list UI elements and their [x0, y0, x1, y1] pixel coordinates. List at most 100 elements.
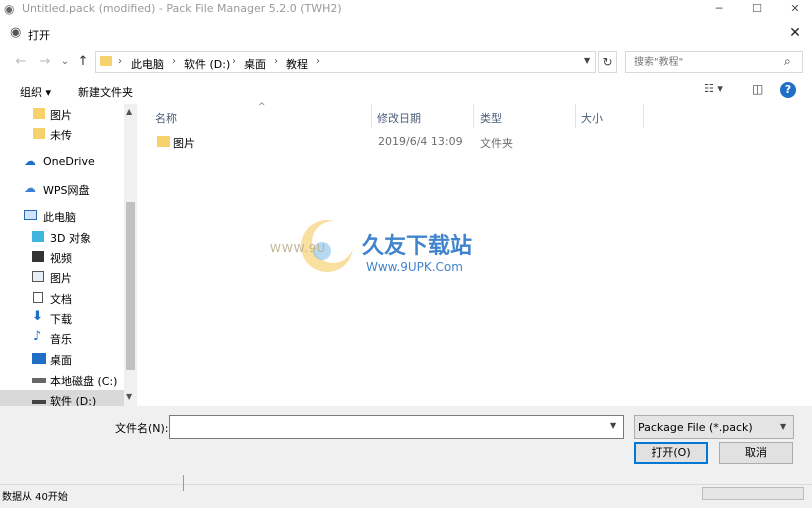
filename-label: 文件名(N): — [115, 422, 169, 435]
computer-icon — [24, 210, 37, 220]
address-dropdown-icon[interactable]: ▼ — [584, 56, 590, 65]
picture-icon — [32, 271, 44, 282]
sidebar-item-downloads[interactable]: ⬇ 下载 — [0, 308, 124, 328]
sidebar-item-documents[interactable]: 文档 — [0, 288, 124, 308]
column-divider[interactable] — [575, 104, 576, 128]
music-icon: ♪ — [33, 329, 42, 344]
preview-pane-button[interactable]: ◫ — [752, 82, 763, 96]
status-text: 数据从 40开始 — [2, 492, 68, 503]
dialog-footer: 文件名(N): ▼ Package File (*.pack) ▼ 打开(O) … — [0, 406, 812, 474]
refresh-button[interactable]: ↻ — [598, 51, 617, 73]
folder-icon — [157, 136, 170, 147]
sidebar-item-music[interactable]: ♪ 音乐 — [0, 328, 124, 348]
filename-combobox[interactable]: ▼ — [169, 415, 624, 439]
dialog-title: 打开 — [28, 29, 50, 42]
navigation-scrollbar[interactable]: ▲ ▼ — [124, 104, 137, 406]
scrollbar-thumb[interactable] — [126, 202, 135, 370]
sidebar-item-label: 本地磁盘 (C:) — [50, 375, 118, 388]
sidebar-item-label: OneDrive — [43, 155, 95, 168]
sidebar-item-untransferred[interactable]: 未传 — [0, 124, 124, 144]
recent-locations-button[interactable]: ⌄ — [56, 53, 74, 71]
scroll-down-icon[interactable]: ▼ — [126, 392, 132, 401]
column-divider[interactable] — [371, 104, 372, 128]
sidebar-item-videos[interactable]: 视频 — [0, 247, 124, 267]
sidebar-item-label: 图片 — [50, 272, 72, 285]
chevron-down-icon[interactable]: ▼ — [610, 421, 616, 430]
watermark: WWW.9U 久友下载站 Www.9UPK.Com — [212, 214, 502, 284]
organize-button[interactable]: 组织 ▾ — [20, 84, 51, 100]
search-box[interactable]: ⌕ — [625, 51, 803, 73]
progress-bar — [702, 487, 804, 500]
sidebar-item-label: 文档 — [50, 293, 72, 306]
sidebar-item-label: 此电脑 — [43, 211, 76, 224]
back-button[interactable]: ← — [12, 53, 30, 71]
breadcrumb-separator: › — [118, 56, 122, 67]
drive-icon — [32, 400, 46, 404]
video-icon — [32, 251, 44, 262]
sidebar-item-label: 未传 — [50, 129, 72, 142]
help-button[interactable]: ? — [780, 82, 796, 98]
column-divider[interactable] — [643, 104, 644, 128]
sidebar-item-drive-d[interactable]: 软件 (D:) — [0, 390, 124, 406]
cloud-icon: ☁ — [24, 181, 36, 195]
search-icon[interactable]: ⌕ — [784, 54, 791, 69]
chevron-down-icon[interactable]: ▼ — [780, 422, 786, 431]
breadcrumb-drive-d[interactable]: 软件 (D:) — [184, 56, 230, 72]
new-folder-button[interactable]: 新建文件夹 — [78, 84, 133, 100]
cube-icon — [32, 231, 44, 242]
dialog-close-button[interactable]: ✕ — [784, 22, 806, 44]
watermark-url-left: WWW.9U — [270, 242, 326, 255]
file-name[interactable]: 图片 — [173, 135, 195, 151]
desktop-icon — [32, 353, 46, 364]
minimize-button[interactable]: ─ — [706, 0, 732, 18]
drive-icon — [32, 378, 46, 383]
cancel-button[interactable]: 取消 — [719, 442, 793, 464]
breadcrumb-separator: › — [232, 56, 236, 67]
scroll-up-icon[interactable]: ▲ — [126, 107, 132, 116]
column-divider[interactable] — [473, 104, 474, 128]
open-button[interactable]: 打开(O) — [634, 442, 708, 464]
sidebar-item-this-pc[interactable]: 此电脑 — [0, 206, 124, 226]
navigation-pane: 图片 未传 ☁ OneDrive ☁ WPS网盘 此电脑 3D 对象 视频 图片… — [0, 104, 124, 406]
sidebar-item-label: WPS网盘 — [43, 184, 90, 197]
app-icon: ◉ — [4, 2, 15, 16]
close-app-button[interactable]: ✕ — [782, 0, 808, 18]
file-type: 文件夹 — [480, 137, 513, 150]
sidebar-item-pictures[interactable]: 图片 — [0, 267, 124, 287]
sidebar-item-onedrive[interactable]: ☁ OneDrive — [0, 152, 124, 172]
folder-icon — [33, 128, 45, 139]
sidebar-item-drive-c[interactable]: 本地磁盘 (C:) — [0, 370, 124, 390]
sidebar-item-pictures-pinned[interactable]: 图片 — [0, 104, 124, 124]
filename-input[interactable] — [170, 416, 600, 438]
breadcrumb-tutorial[interactable]: 教程 — [286, 56, 308, 72]
sidebar-item-wps-cloud[interactable]: ☁ WPS网盘 — [0, 179, 124, 199]
column-header-type[interactable]: 类型 — [480, 110, 502, 126]
column-header-name[interactable]: 名称 — [155, 110, 177, 126]
watermark-url: Www.9UPK.Com — [366, 260, 463, 274]
app-title: Untitled.pack (modified) - Pack File Man… — [22, 2, 342, 15]
status-bar: 数据从 40开始 — [0, 475, 812, 503]
folder-icon — [33, 108, 45, 119]
sidebar-item-3d-objects[interactable]: 3D 对象 — [0, 227, 124, 247]
sidebar-item-label: 图片 — [50, 109, 72, 122]
folder-icon — [100, 56, 112, 66]
view-options-button[interactable]: ☷ ▾ — [704, 82, 723, 95]
column-header-size[interactable]: 大小 — [581, 110, 603, 126]
file-modified: 2019/6/4 13:09 — [378, 135, 463, 148]
file-type-filter-value: Package File (*.pack) — [638, 421, 753, 434]
breadcrumb-separator: › — [172, 56, 176, 67]
maximize-button[interactable]: ☐ — [744, 0, 770, 18]
forward-button[interactable]: → — [36, 53, 54, 71]
address-bar[interactable]: › 此电脑 › 软件 (D:) › 桌面 › 教程 › ▼ — [95, 51, 596, 73]
sidebar-item-label: 下载 — [50, 313, 72, 326]
search-input[interactable] — [626, 52, 776, 72]
command-toolbar: 组织 ▾ 新建文件夹 ☷ ▾ ◫ ? — [0, 78, 812, 104]
breadcrumb-this-pc[interactable]: 此电脑 — [131, 56, 164, 72]
sidebar-item-desktop[interactable]: 桌面 — [0, 349, 124, 369]
up-button[interactable]: ↑ — [74, 53, 92, 71]
column-header-modified[interactable]: 修改日期 — [377, 110, 421, 126]
dialog-title-bar: ◉ 打开 ✕ — [0, 18, 812, 48]
breadcrumb-desktop[interactable]: 桌面 — [244, 56, 266, 72]
file-type-filter[interactable]: Package File (*.pack) ▼ — [634, 415, 794, 439]
sort-ascending-icon: ^ — [258, 102, 266, 112]
